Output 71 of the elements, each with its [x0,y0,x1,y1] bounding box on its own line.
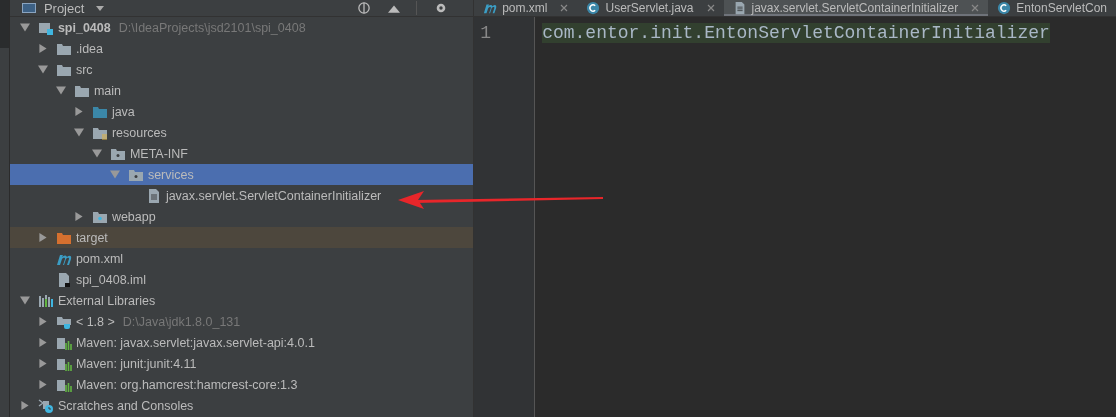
node-label: .idea [75,41,103,56]
tree-row[interactable]: webapp [9,206,474,227]
tree-row[interactable]: Maven: javax.servlet:javax.servlet-api:4.0.1 [9,332,474,353]
project-icon [21,3,36,13]
expanded-arrow-icon[interactable] [73,128,84,137]
panel-title[interactable]: Project [43,0,85,16]
line-number: 1 [480,22,492,45]
class-icon [997,1,1012,15]
editor-tab[interactable]: UserServlet.java [577,0,724,16]
tree-row[interactable]: target [9,227,474,248]
expanded-arrow-icon[interactable] [55,86,66,95]
tree-row[interactable]: META-INF [9,143,474,164]
node-label: Maven: org.hamcrest:hamcrest-core:1.3 [75,377,298,392]
path-hint: D:\IdeaProjects\jsd2101\spi_0408 [118,20,306,35]
node-label: target [75,230,108,245]
settings-icon[interactable] [435,2,448,14]
collapsed-arrow-icon[interactable] [37,380,48,389]
node-label: services [147,167,194,182]
tree-row[interactable]: .idea [9,38,474,59]
collapsed-arrow-icon[interactable] [37,317,48,326]
close-icon[interactable] [560,4,569,12]
tree-row[interactable]: Maven: org.hamcrest:hamcrest-core:1.3 [9,374,474,395]
expanded-arrow-icon[interactable] [37,65,48,74]
editor-tab[interactable]: pom.xml [474,0,578,16]
node-label: External Libraries [57,293,156,308]
close-icon[interactable] [706,4,715,12]
node-label: resources [111,125,167,140]
tree-row[interactable]: resources [9,122,474,143]
class-icon [586,1,601,15]
node-label: spi_0408 [57,20,111,35]
path-hint: D:\Java\jdk1.8.0_131 [122,314,241,329]
collapsed-arrow-icon[interactable] [73,212,84,221]
collapsed-arrow-icon[interactable] [37,233,48,242]
node-label: pom.xml [75,251,124,266]
node-label: java [111,104,135,119]
tree-row[interactable]: Maven: junit:junit:4.11 [9,353,474,374]
node-label: < 1.8 > [75,314,115,329]
tree-row[interactable]: External Libraries [9,290,474,311]
close-icon[interactable] [971,4,980,12]
collapsed-arrow-icon[interactable] [37,44,48,53]
editor-tab[interactable]: EntonServletCon [988,0,1116,16]
node-label: Maven: javax.servlet:javax.servlet-api:4.0.1 [75,335,315,350]
expanded-arrow-icon[interactable] [19,296,30,305]
node-label: Scratches and Consoles [57,398,194,413]
caret-icon[interactable] [96,5,105,11]
collapsed-arrow-icon[interactable] [73,107,84,116]
tree-row[interactable]: javax.servlet.ServletContainerInitializer [9,185,474,206]
tree-row[interactable]: spi_0408 D:\IdeaProjects\jsd2101\spi_0408 [9,17,474,38]
node-label: src [75,62,93,77]
collapsed-arrow-icon[interactable] [37,359,48,368]
collapsed-arrow-icon[interactable] [19,401,30,410]
expanded-arrow-icon[interactable] [91,149,102,158]
tree-row[interactable]: main [9,80,474,101]
tree-row[interactable]: java [9,101,474,122]
tree-row[interactable]: < 1.8 > D:\Java\jdk1.8.0_131 [9,311,474,332]
collapsed-arrow-icon[interactable] [37,338,48,347]
target-icon[interactable] [358,2,371,14]
node-label: webapp [111,209,156,224]
node-label: Maven: junit:junit:4.11 [75,356,197,371]
node-label: META-INF [129,146,188,161]
tree-row[interactable]: Scratches and Consoles [9,395,474,416]
expanded-arrow-icon[interactable] [19,23,30,32]
scratches-icon [37,397,54,414]
tree-row[interactable]: spi_0408.iml [9,269,474,290]
tree-row[interactable]: src [9,59,474,80]
node-label: main [93,83,121,98]
tree-row[interactable]: pom.xml [9,248,474,269]
node-label: javax.servlet.ServletContainerInitializer [165,188,382,203]
node-label: spi_0408.iml [75,272,147,287]
libraries-icon [37,292,54,309]
editor-tab[interactable]: javax.servlet.ServletContainerInitializer [723,0,989,16]
